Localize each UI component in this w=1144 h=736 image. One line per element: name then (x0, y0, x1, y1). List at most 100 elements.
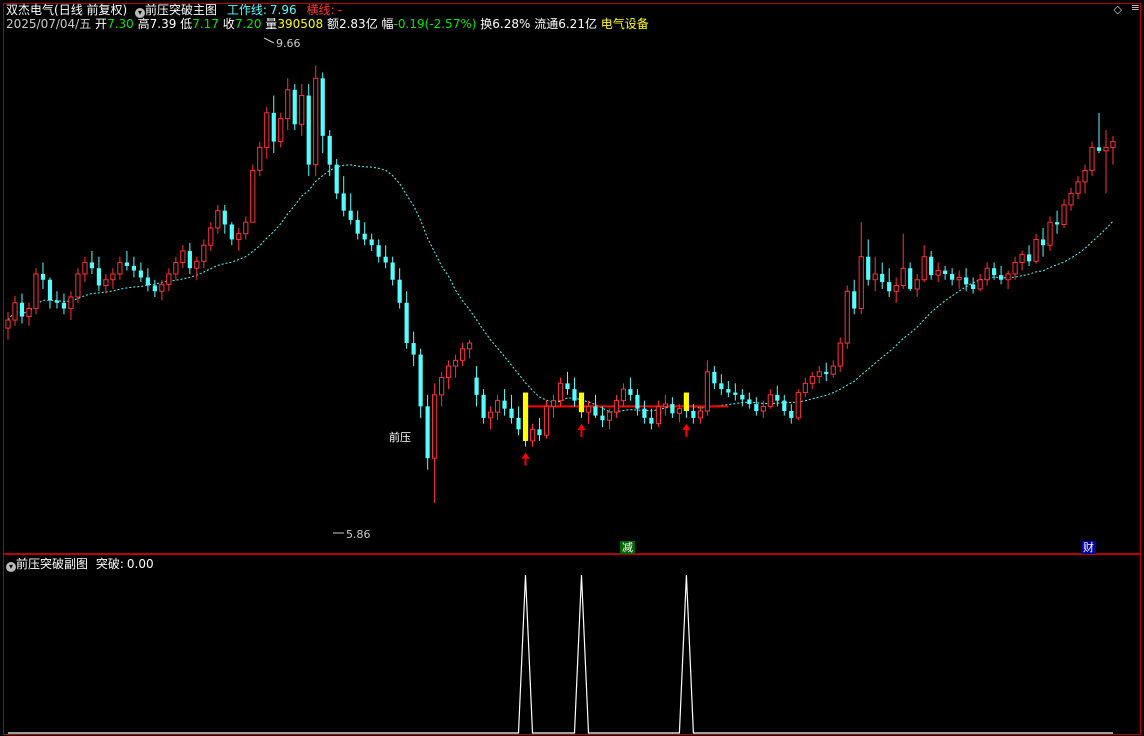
candle (900, 233, 906, 289)
candle (977, 273, 983, 292)
candle-body (411, 343, 416, 355)
candle (96, 256, 102, 292)
candle (215, 204, 221, 234)
candle (809, 371, 815, 390)
candle-body (334, 164, 339, 194)
candle-body (1054, 222, 1060, 225)
amount-label: 额 (326, 17, 339, 31)
candle-body (880, 273, 885, 283)
candle (222, 204, 227, 234)
candle (439, 371, 445, 407)
event-reduce-badge[interactable]: 减 (620, 541, 635, 554)
candle (236, 227, 242, 251)
signal-bar (683, 392, 689, 411)
event-finance-badge[interactable]: 财 (1081, 541, 1096, 554)
candle-body (194, 260, 200, 269)
candle (390, 256, 395, 286)
open-value: 7.30 (107, 17, 134, 31)
candle-body (971, 284, 976, 289)
candle (487, 406, 494, 430)
candle (921, 245, 927, 283)
candle (858, 222, 864, 315)
chart-period: (日线 前复权) (54, 3, 128, 17)
candle (376, 239, 381, 263)
candle (152, 279, 157, 298)
float-value: 6.21亿 (558, 17, 597, 31)
candle (628, 377, 633, 401)
sub-indicator-title[interactable]: 前压突破副图 (16, 557, 88, 571)
candle-body (138, 270, 143, 278)
candle (40, 262, 46, 289)
candle-body (404, 302, 409, 344)
candle-body (1075, 181, 1081, 194)
candle-body (75, 273, 81, 298)
candle (550, 394, 557, 418)
candle-body (795, 392, 801, 419)
candle (880, 262, 885, 289)
low-label: 低 (180, 17, 193, 31)
candle (313, 65, 319, 177)
candle-body (110, 273, 116, 281)
candle (418, 348, 423, 418)
candle-body (439, 377, 445, 396)
candle-body (789, 410, 794, 418)
signal-bar (578, 392, 585, 413)
candle-body (12, 302, 18, 321)
candle-body (802, 382, 808, 394)
candle (655, 400, 662, 428)
candle (662, 394, 669, 416)
candle-body (1068, 192, 1074, 206)
close-label: 收 (222, 17, 235, 31)
candle (131, 256, 136, 278)
candle (929, 250, 934, 280)
candle (474, 366, 479, 407)
candle-body (466, 342, 473, 350)
stock-name: 双杰电气 (6, 3, 55, 17)
main-panel-border (3, 3, 1141, 554)
breakout-value: 0.00 (126, 557, 154, 571)
candle (61, 293, 67, 315)
candle-body (180, 250, 186, 263)
candle-body (977, 279, 983, 290)
candle-body (355, 219, 360, 234)
candle-body (837, 342, 843, 367)
amount-value: 2.83亿 (338, 17, 378, 31)
candle-body (824, 371, 829, 375)
candle-body (33, 273, 39, 310)
candle (299, 84, 305, 136)
candle-body (187, 250, 192, 269)
candle-body (529, 428, 536, 442)
candle-body (418, 354, 423, 407)
chevron-circle-icon[interactable]: ▾ (6, 562, 16, 572)
candle-body (215, 210, 221, 229)
candle-body (908, 268, 913, 289)
sector-label[interactable]: 电气设备 (601, 17, 649, 31)
candle-body (257, 146, 263, 171)
candle-body (844, 290, 850, 344)
indicator-title[interactable]: 前压突破主图 (145, 3, 217, 17)
candle-body (397, 279, 402, 303)
diamond-icon[interactable]: ◇ (1114, 3, 1122, 16)
candle-body (754, 404, 759, 411)
candle-body (459, 348, 466, 361)
work-line-label: 工作线: (226, 3, 267, 17)
candle (935, 262, 941, 283)
ma-polyline (7, 164, 1114, 413)
candle (397, 268, 402, 309)
candle-body (613, 400, 620, 413)
candle-body (593, 406, 598, 416)
expand-icon[interactable]: ≡ (1131, 1, 1140, 14)
candle (173, 256, 179, 280)
candle-body (999, 275, 1004, 280)
candle-body (509, 408, 514, 418)
candle (747, 392, 752, 409)
candle-body (655, 405, 662, 425)
candle-body (1082, 169, 1088, 183)
candle (250, 164, 256, 223)
candle-body (816, 371, 822, 377)
candle-body (760, 405, 766, 412)
candlestick-series[interactable] (5, 65, 1116, 504)
candle-body (61, 302, 67, 309)
candle-body (642, 408, 647, 418)
candle (355, 210, 360, 240)
